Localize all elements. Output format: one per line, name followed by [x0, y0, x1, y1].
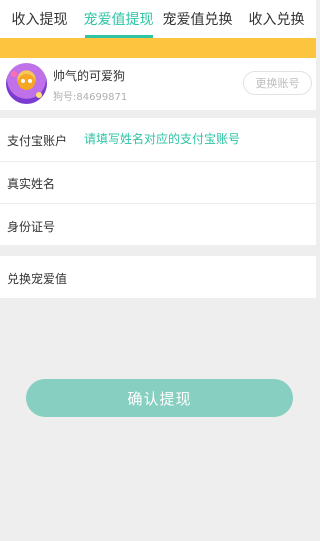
tab-label: 宠爱值提现: [83, 12, 154, 28]
exchange-row: 兑换宠爱值: [0, 256, 316, 298]
tab-bar: 收入提现 宠爱值提现 宠爱值兑换 收入兑换: [0, 0, 316, 38]
tab-income-withdraw[interactable]: 收入提现: [0, 0, 79, 38]
avatar-decoration: [11, 71, 17, 77]
user-nickname: 帅气的可爱狗: [53, 69, 126, 83]
exchange-label: 兑换宠爱值: [7, 272, 68, 286]
alipay-account-input[interactable]: [84, 130, 308, 148]
confirm-withdraw-button[interactable]: 确认提现: [26, 379, 293, 417]
tab-income-exchange[interactable]: 收入兑换: [237, 0, 316, 38]
tab-label: 收入提现: [11, 12, 68, 28]
banner-strip: [0, 38, 316, 58]
idcard-input[interactable]: [84, 216, 308, 234]
avatar: [6, 63, 47, 104]
realname-label: 真实姓名: [7, 177, 56, 191]
avatar-decoration: [36, 92, 42, 98]
user-id: 狗号:84699871: [53, 92, 128, 103]
switch-account-button[interactable]: 更换账号: [243, 71, 312, 95]
avatar-eye: [28, 79, 32, 83]
idcard-label: 身份证号: [7, 220, 56, 234]
idcard-row: 身份证号: [0, 204, 316, 245]
tab-label: 宠爱值兑换: [162, 12, 233, 28]
tab-favor-exchange[interactable]: 宠爱值兑换: [158, 0, 237, 38]
alipay-row: 支付宝账户: [0, 118, 316, 161]
tab-favor-withdraw[interactable]: 宠爱值提现: [79, 0, 158, 38]
alipay-label: 支付宝账户: [7, 134, 68, 148]
realname-input[interactable]: [84, 173, 308, 191]
account-card: 帅气的可爱狗 狗号:84699871 更换账号: [0, 58, 316, 110]
exchange-amount-input[interactable]: [84, 268, 308, 286]
avatar-eye: [21, 79, 25, 83]
tab-label: 收入兑换: [248, 12, 305, 28]
realname-row: 真实姓名: [0, 162, 316, 203]
